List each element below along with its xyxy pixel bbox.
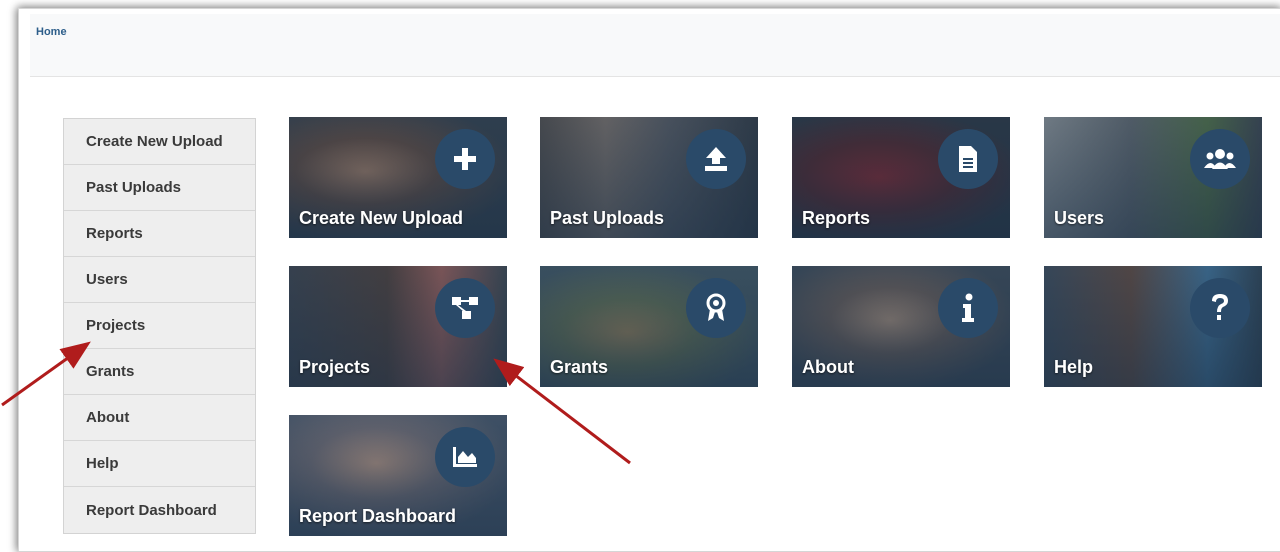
annotation-arrows	[1, 341, 631, 465]
annotation-arrow-tile	[493, 358, 631, 465]
annotation-arrow-sidebar	[1, 341, 91, 407]
